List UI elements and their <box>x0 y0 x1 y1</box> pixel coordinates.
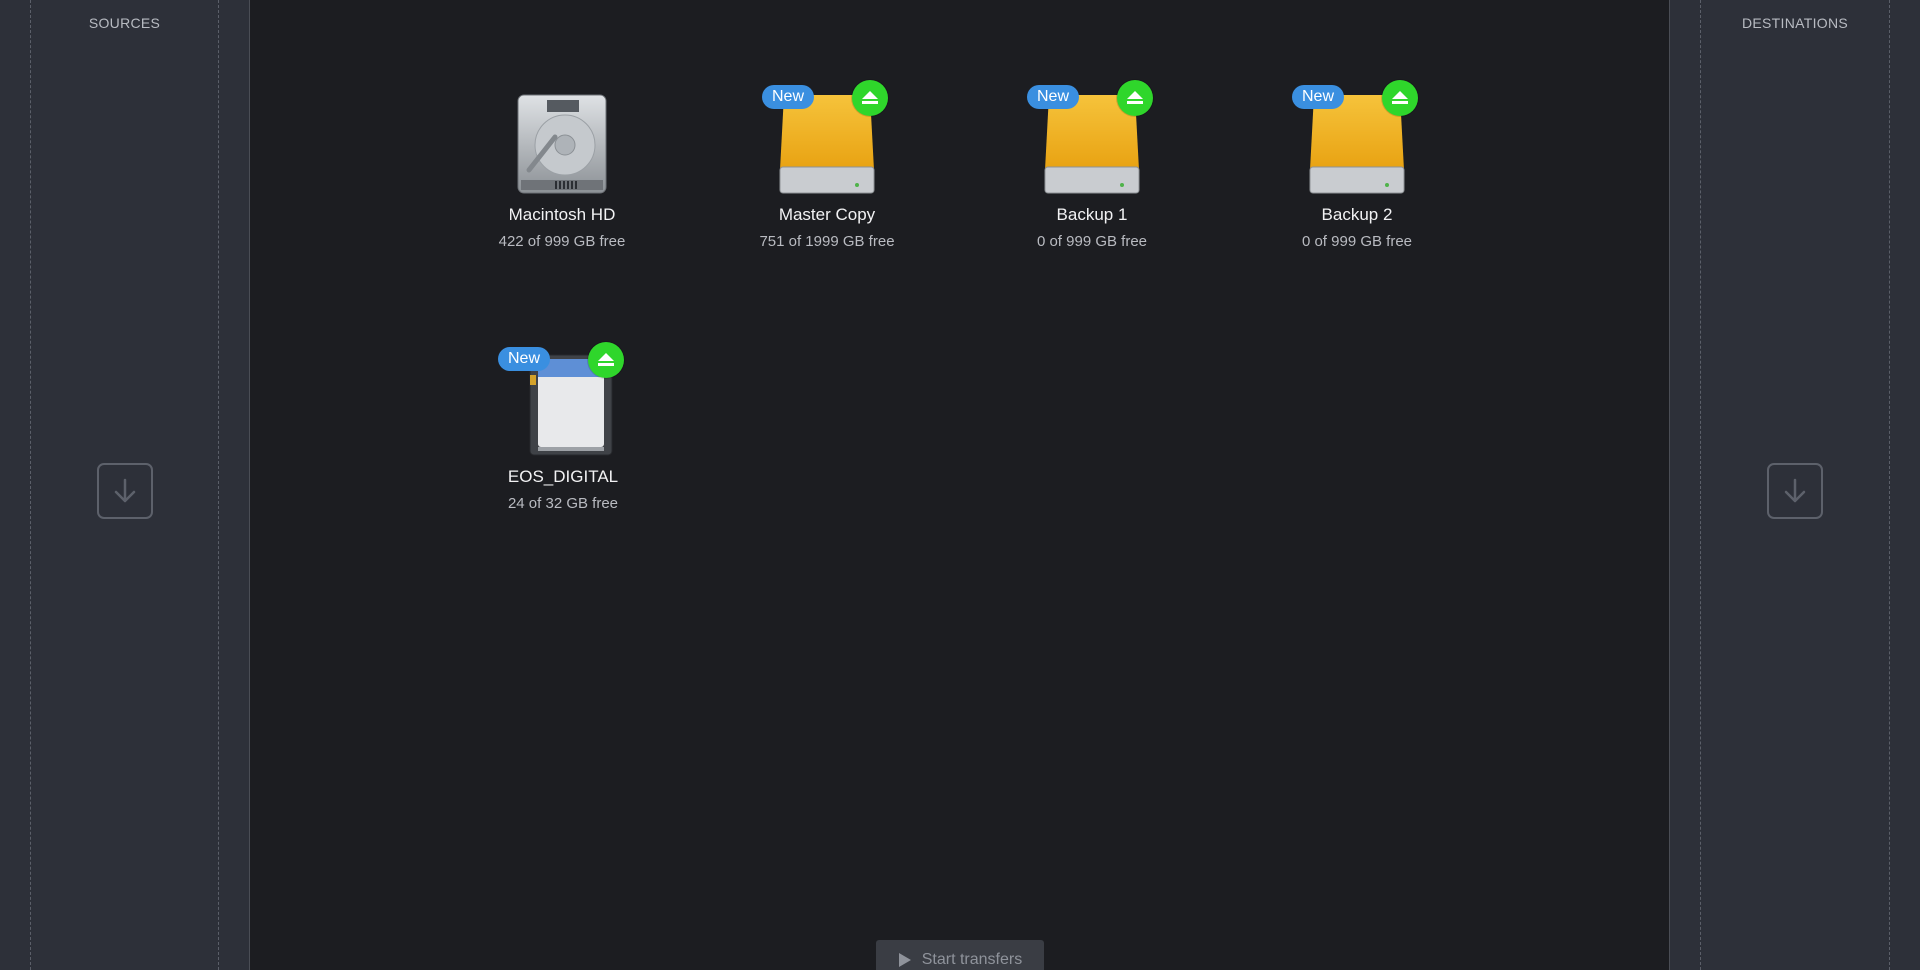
volume-name: Backup 1 <box>1056 205 1128 224</box>
volume-name: Backup 2 <box>1321 205 1393 224</box>
volume-eos-digital[interactable]: New EOS_DIGITAL 24 of 32 GB free <box>463 342 663 512</box>
volume-name: EOS_DIGITAL <box>507 467 619 486</box>
eject-button[interactable] <box>852 80 888 116</box>
volume-backup-2[interactable]: New Backup 2 0 of 999 GB free <box>1257 80 1457 250</box>
eject-button[interactable] <box>588 342 624 378</box>
sources-drop-arrow-icon <box>96 463 153 519</box>
sources-title: SOURCES <box>88 15 161 31</box>
destinations-drop-arrow-icon <box>1767 463 1823 519</box>
volume-backup-1[interactable]: New Backup 1 0 of 999 GB free <box>992 80 1192 250</box>
volumes-area: Macintosh HD 422 of 999 GB free New Mast… <box>250 0 1669 970</box>
start-transfers-button[interactable]: Start transfers <box>876 940 1044 970</box>
volume-master-copy[interactable]: New Master Copy 751 of 1999 GB free <box>727 80 927 250</box>
eject-button[interactable] <box>1382 80 1418 116</box>
eject-icon <box>862 91 878 104</box>
play-icon <box>898 953 911 967</box>
external-disk-icon: New <box>1292 80 1418 195</box>
volume-free-space: 24 of 32 GB free <box>507 495 619 512</box>
eject-icon <box>1127 91 1143 104</box>
destinations-title: DESTINATIONS <box>1741 15 1849 31</box>
external-disk-icon: New <box>1027 80 1153 195</box>
new-badge: New <box>1027 85 1080 109</box>
new-badge: New <box>762 85 815 109</box>
volume-name: Master Copy <box>778 205 876 224</box>
start-transfers-label: Start transfers <box>921 951 1023 968</box>
volume-name: Macintosh HD <box>508 205 616 224</box>
volume-free-space: 422 of 999 GB free <box>498 233 626 250</box>
internal-disk-icon <box>507 85 617 195</box>
volume-macintosh-hd[interactable]: Macintosh HD 422 of 999 GB free <box>462 85 662 250</box>
eject-icon <box>1392 91 1408 104</box>
eject-button[interactable] <box>1117 80 1153 116</box>
destinations-panel: DESTINATIONS <box>1669 0 1920 970</box>
volume-free-space: 0 of 999 GB free <box>1301 233 1413 250</box>
sd-card-icon: New <box>498 342 624 457</box>
sources-panel: SOURCES <box>0 0 250 970</box>
volume-free-space: 0 of 999 GB free <box>1036 233 1148 250</box>
eject-icon <box>598 353 614 366</box>
new-badge: New <box>498 347 551 371</box>
volume-free-space: 751 of 1999 GB free <box>759 233 895 250</box>
sources-dropzone[interactable]: SOURCES <box>30 0 219 970</box>
external-disk-icon: New <box>762 80 888 195</box>
destinations-dropzone[interactable]: DESTINATIONS <box>1700 0 1890 970</box>
new-badge: New <box>1292 85 1345 109</box>
